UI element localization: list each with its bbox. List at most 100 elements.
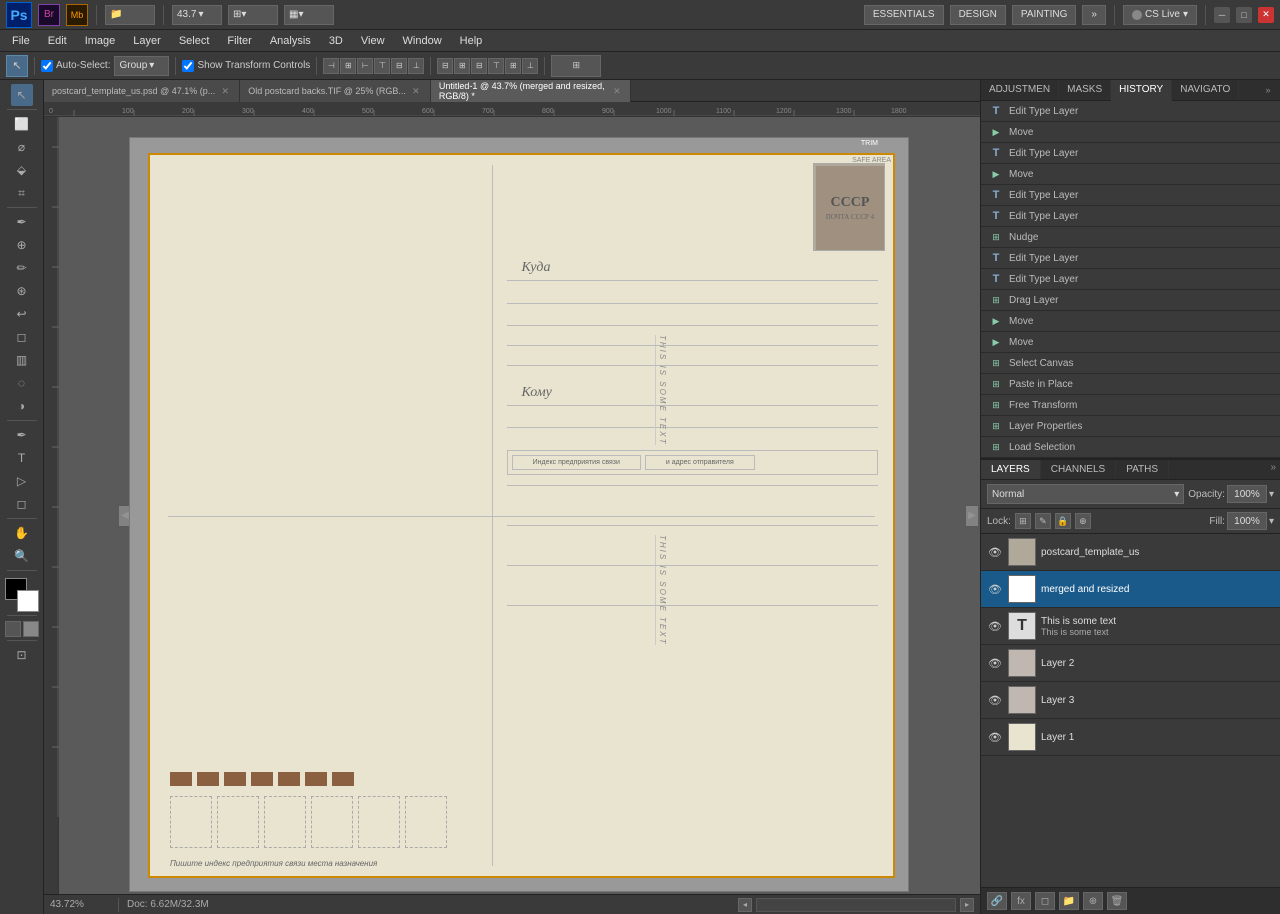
opacity-input[interactable] [1227,485,1267,503]
transform-controls-checkbox[interactable]: Show Transform Controls [182,60,310,72]
tab-history[interactable]: HISTORY [1111,80,1172,101]
path-select-tool[interactable]: ▷ [11,470,33,492]
dodge-tool[interactable]: ◑ [11,395,33,417]
history-item[interactable]: ▶ Move [981,311,1280,332]
tab-untitled-1[interactable]: Untitled-1 @ 43.7% (merged and resized, … [431,80,631,102]
essentials-btn[interactable]: ESSENTIALS [864,5,944,25]
menu-edit[interactable]: Edit [40,33,75,49]
menu-image[interactable]: Image [77,33,124,49]
auto-select-dropdown[interactable]: Group ▾ [114,56,169,76]
arrange-dropdown[interactable]: ▦▾ [284,5,334,25]
history-item[interactable]: ⊞ Select Canvas [981,353,1280,374]
menu-window[interactable]: Window [395,33,450,49]
zoom-tool[interactable]: 🔍 [11,545,33,567]
layer-visibility-1[interactable]: 👁 [987,544,1003,560]
auto-select-checkbox[interactable]: Auto-Select: [41,60,110,72]
history-brush-tool[interactable]: ↩ [11,303,33,325]
menu-analysis[interactable]: Analysis [262,33,319,49]
add-mask-btn[interactable]: ◻ [1035,892,1055,910]
tab-old-postcard[interactable]: Old postcard backs.TIF @ 25% (RGB... ✕ [240,80,431,102]
more-workspaces-btn[interactable]: » [1082,5,1106,25]
history-item[interactable]: ⊞ Drag Layer [981,290,1280,311]
align-center-v-icon[interactable]: ⊟ [391,58,407,74]
history-item[interactable]: T Edit Type Layer [981,269,1280,290]
dist-center-h-icon[interactable]: ⊞ [454,58,470,74]
dist-center-v-icon[interactable]: ⊞ [505,58,521,74]
new-group-btn[interactable]: 📁 [1059,892,1079,910]
history-item[interactable]: T Edit Type Layer [981,185,1280,206]
spot-heal-tool[interactable]: ⊕ [11,234,33,256]
auto-align-btn[interactable]: ⊞ [551,55,601,77]
panel-collapse-btn[interactable]: » [1260,82,1276,98]
dist-right-icon[interactable]: ⊟ [471,58,487,74]
scroll-right-arrow[interactable]: ▶ [966,506,978,526]
layer-item-merged[interactable]: 👁 merged and resized [981,571,1280,608]
menu-filter[interactable]: Filter [219,33,259,49]
layer-visibility-6[interactable]: 👁 [987,729,1003,745]
shape-tool[interactable]: ◻ [11,493,33,515]
align-right-icon[interactable]: ⊢ [357,58,373,74]
eraser-tool[interactable]: ◻ [11,326,33,348]
quick-mask-mode[interactable] [23,621,39,637]
crop-tool[interactable]: ⌗ [11,182,33,204]
align-left-icon[interactable]: ⊣ [323,58,339,74]
br-logo[interactable]: Br [38,4,60,26]
blur-tool[interactable]: ◌ [11,372,33,394]
screen-mode[interactable]: ⊡ [11,644,33,666]
layer-item-1[interactable]: 👁 Layer 1 [981,719,1280,756]
layer-visibility-4[interactable]: 👁 [987,655,1003,671]
cslive-btn[interactable]: CS Live ▾ [1123,5,1197,25]
align-center-h-icon[interactable]: ⊞ [340,58,356,74]
add-style-btn[interactable]: fx [1011,892,1031,910]
zoom-dropdown[interactable]: 43.7 ▾ [172,5,222,25]
close-button[interactable]: ✕ [1258,7,1274,23]
menu-help[interactable]: Help [452,33,491,49]
clone-tool[interactable]: ⊛ [11,280,33,302]
tab-close-1[interactable]: ✕ [219,85,231,97]
horizontal-scrollbar[interactable] [756,898,956,912]
lasso-tool[interactable]: ⌀ [11,136,33,158]
pen-tool[interactable]: ✒ [11,424,33,446]
background-color[interactable] [17,590,39,612]
layer-visibility-5[interactable]: 👁 [987,692,1003,708]
link-layers-btn[interactable]: 🔗 [987,892,1007,910]
lock-all-icon[interactable]: 🔒 [1055,513,1071,529]
dist-top-icon[interactable]: ⊤ [488,58,504,74]
tab-paths[interactable]: PATHS [1116,460,1169,479]
menu-file[interactable]: File [4,33,38,49]
brush-tool[interactable]: ✏ [11,257,33,279]
gradient-tool[interactable]: ▥ [11,349,33,371]
blend-mode-dropdown[interactable]: Normal ▾ [987,484,1184,504]
scroll-left-btn[interactable]: ◂ [738,898,752,912]
layer-visibility-2[interactable]: 👁 [987,581,1003,597]
design-btn[interactable]: DESIGN [950,5,1006,25]
align-top-icon[interactable]: ⊤ [374,58,390,74]
history-item[interactable]: ▶ Move [981,164,1280,185]
minimize-button[interactable]: ─ [1214,7,1230,23]
menu-layer[interactable]: Layer [125,33,169,49]
layers-panel-collapse[interactable]: » [1266,460,1280,479]
type-tool[interactable]: T [11,447,33,469]
history-item[interactable]: T Edit Type Layer [981,248,1280,269]
standard-mode[interactable] [5,621,21,637]
delete-layer-btn[interactable]: 🗑 [1107,892,1127,910]
history-item[interactable]: ▶ Move [981,332,1280,353]
dist-left-icon[interactable]: ⊟ [437,58,453,74]
tab-close-2[interactable]: ✕ [410,85,422,97]
marquee-tool[interactable]: ⬜ [11,113,33,135]
dist-bottom-icon[interactable]: ⊥ [522,58,538,74]
history-item[interactable]: ⊞ Load Selection [981,437,1280,458]
layer-item-3[interactable]: 👁 Layer 3 [981,682,1280,719]
history-item[interactable]: ⊞ Layer Properties [981,416,1280,437]
view-dropdown[interactable]: ⊞▾ [228,5,278,25]
hand-tool[interactable]: ✋ [11,522,33,544]
tab-layers[interactable]: LAYERS [981,460,1041,479]
tab-masks[interactable]: MASKS [1059,80,1111,100]
tab-channels[interactable]: CHANNELS [1041,460,1116,479]
tab-postcard-template[interactable]: postcard_template_us.psd @ 47.1% (p... ✕ [44,80,240,102]
lock-px-icon[interactable]: ⊞ [1015,513,1031,529]
menu-3d[interactable]: 3D [321,33,351,49]
move-tool[interactable]: ↖ [11,84,33,106]
history-item[interactable]: T Edit Type Layer [981,101,1280,122]
lock-position-icon[interactable]: ⊕ [1075,513,1091,529]
